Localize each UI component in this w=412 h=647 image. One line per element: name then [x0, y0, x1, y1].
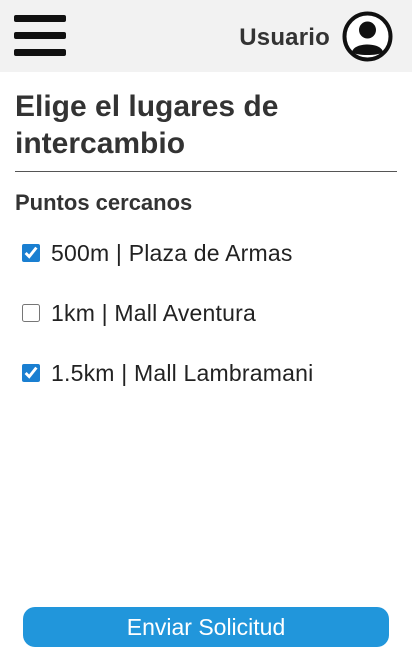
option-mall-aventura[interactable]: 1km | Mall Aventura: [22, 298, 256, 328]
user-account-icon[interactable]: [342, 11, 393, 62]
option-plaza-de-armas[interactable]: 500m | Plaza de Armas: [22, 238, 293, 268]
top-bar: Usuario: [0, 0, 412, 72]
menu-line: [14, 32, 66, 39]
option-checkbox[interactable]: [22, 364, 40, 382]
option-label: 500m | Plaza de Armas: [51, 239, 293, 266]
option-checkbox[interactable]: [22, 304, 40, 322]
option-checkbox[interactable]: [22, 244, 40, 262]
user-label[interactable]: Usuario: [239, 24, 330, 52]
page-title: Elige el lugares de intercambio: [15, 90, 279, 160]
menu-line: [14, 15, 66, 22]
option-label: 1.5km | Mall Lambramani: [51, 359, 314, 386]
option-label: 1km | Mall Aventura: [51, 299, 256, 326]
hamburger-menu-icon[interactable]: [14, 14, 66, 58]
submit-request-button[interactable]: Enviar Solicitud: [23, 607, 389, 647]
menu-line: [14, 49, 66, 56]
section-title: Puntos cercanos: [15, 190, 193, 215]
option-mall-lambramani[interactable]: 1.5km | Mall Lambramani: [22, 358, 313, 388]
divider: [15, 171, 397, 172]
